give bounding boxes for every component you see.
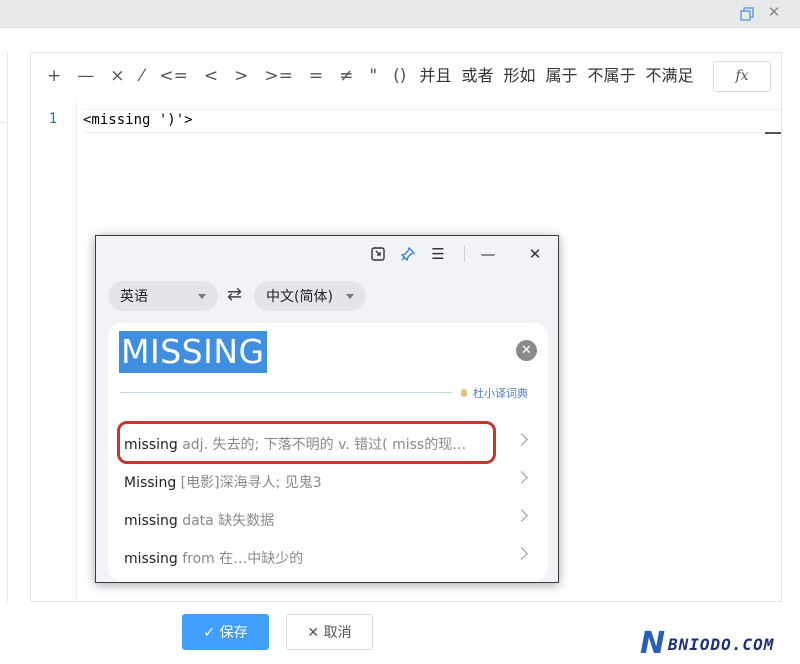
header-divider: [464, 246, 465, 262]
popup-header: ☰ — ✕: [96, 236, 558, 272]
scrollbar-marker: [765, 132, 781, 134]
function-button[interactable]: fx: [713, 61, 771, 92]
side-panel-edge: [0, 52, 8, 602]
watermark-text: BNIODO.COM: [668, 635, 775, 654]
chevron-right-icon: [515, 471, 528, 484]
window-titlebar: ✕: [0, 0, 800, 28]
chevron-right-icon: [515, 547, 528, 560]
keyword-like[interactable]: 形如: [498, 53, 540, 99]
pin-icon[interactable]: [398, 244, 418, 264]
operator-quote[interactable]: ": [361, 53, 385, 99]
clear-icon[interactable]: ✕: [516, 340, 537, 361]
chevron-down-icon: [346, 293, 354, 299]
minimize-icon[interactable]: —: [478, 244, 498, 264]
operator-plus[interactable]: +: [39, 53, 69, 99]
target-language-select[interactable]: 中文(简体): [254, 281, 366, 311]
operator-eq[interactable]: =: [301, 53, 331, 99]
code-text: <missing ')'>: [83, 112, 193, 128]
operator-multiply[interactable]: ×: [102, 53, 132, 99]
suggestion-text: Missing [电影]深海寻人; 见鬼3: [124, 475, 322, 491]
suggestion-text: missing data 缺失数据: [124, 513, 275, 529]
target-language-label: 中文(简体): [266, 289, 333, 305]
operator-minus[interactable]: —: [69, 53, 102, 99]
chevron-down-icon: [198, 293, 206, 299]
restore-window-icon[interactable]: [740, 6, 754, 21]
keyword-in[interactable]: 属于: [540, 53, 582, 99]
suggestion-item[interactable]: missing data 缺失数据: [108, 500, 548, 538]
keyword-not-in[interactable]: 不属于: [583, 53, 641, 99]
swap-language-icon[interactable]: ⇄: [227, 284, 242, 305]
keyword-or[interactable]: 或者: [456, 53, 498, 99]
line-number: 1: [48, 111, 58, 127]
operator-gt[interactable]: >: [226, 53, 256, 99]
translator-popup: ☰ — ✕ 英语 ⇄ 中文(简体) MISSING ✕ 杜小译词典 missin…: [95, 235, 559, 583]
source-language-select[interactable]: 英语: [108, 281, 218, 311]
chevron-right-icon: [515, 509, 528, 522]
watermark-letter: N: [640, 626, 666, 661]
operator-toolbar: + — × ⁄ <= < > >= = ≠ " () 并且 或者 形如 属于 不…: [31, 53, 781, 99]
operator-parens[interactable]: (): [385, 53, 414, 99]
close-icon[interactable]: ✕: [525, 244, 545, 264]
operator-neq[interactable]: ≠: [331, 53, 361, 99]
menu-icon[interactable]: ☰: [428, 244, 448, 264]
suggestion-item[interactable]: missing from 在…中缺少的: [108, 538, 548, 576]
operator-gte[interactable]: >=: [256, 53, 301, 99]
operator-lt[interactable]: <: [196, 53, 226, 99]
screenshot-icon[interactable]: [368, 244, 388, 264]
query-text[interactable]: MISSING: [119, 331, 267, 373]
operator-divide[interactable]: ⁄: [133, 53, 152, 99]
dictionary-source[interactable]: 杜小译词典: [461, 385, 528, 401]
cancel-button[interactable]: ✕ 取消: [286, 614, 373, 650]
keyword-and[interactable]: 并且: [414, 53, 456, 99]
dictionary-icon: [461, 389, 467, 397]
annotation-highlight: [117, 421, 496, 464]
dict-divider: [120, 392, 452, 393]
chevron-right-icon: [515, 433, 528, 446]
close-icon[interactable]: ✕: [766, 4, 782, 20]
suggestion-item[interactable]: Missing [电影]深海寻人; 见鬼3: [108, 462, 548, 500]
save-button[interactable]: ✓ 保存: [182, 614, 269, 650]
suggestion-text: missing from 在…中缺少的: [124, 551, 304, 567]
code-line[interactable]: <missing ')'>: [83, 109, 781, 133]
result-card: MISSING ✕ 杜小译词典 missing adj. 失去的; 下落不明的 …: [108, 323, 548, 581]
dictionary-source-label: 杜小译词典: [473, 387, 528, 400]
watermark-logo: N BNIODO.COM: [640, 626, 800, 664]
operator-lte[interactable]: <=: [151, 53, 196, 99]
line-gutter: 1: [31, 99, 77, 601]
keyword-not[interactable]: 不满足: [641, 53, 699, 99]
source-language-label: 英语: [120, 289, 148, 305]
